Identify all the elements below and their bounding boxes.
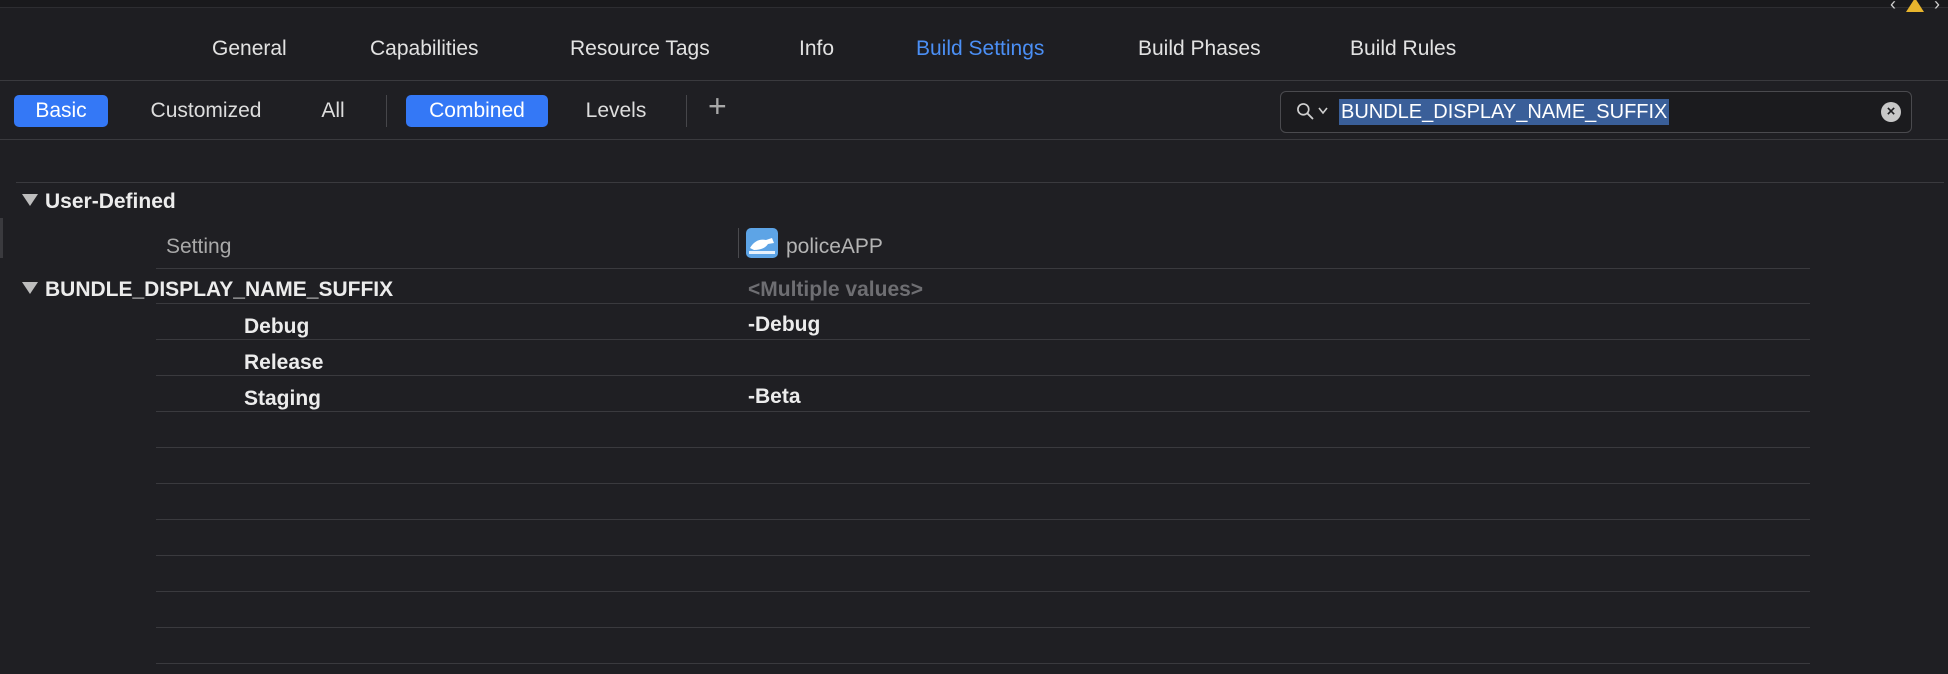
column-separator <box>738 228 739 258</box>
filter-customized-button[interactable]: Customized <box>130 95 282 127</box>
tab-capabilities[interactable]: Capabilities <box>370 37 479 61</box>
divider <box>156 375 1810 376</box>
disclosure-triangle-icon[interactable] <box>22 194 38 207</box>
tab-build-settings[interactable]: Build Settings <box>916 37 1044 61</box>
build-settings-toolbar: Basic Customized All Combined Levels + B… <box>0 81 1948 140</box>
setting-row-bundle-display-name-suffix[interactable]: BUNDLE_DISPLAY_NAME_SUFFIX <box>22 278 393 302</box>
divider <box>156 268 1810 269</box>
view-combined-button[interactable]: Combined <box>406 95 548 127</box>
tab-resource-tags[interactable]: Resource Tags <box>570 37 710 61</box>
settings-table: User-Defined Setting policeAPP BUNDLE_DI… <box>0 140 1948 674</box>
corner-controls: ‹ › <box>1890 0 1940 15</box>
empty-row-divider <box>156 555 1810 556</box>
group-user-defined[interactable]: User-Defined <box>22 190 176 214</box>
config-name-release: Release <box>244 351 324 374</box>
empty-row-divider <box>156 447 1810 448</box>
search-input[interactable]: BUNDLE_DISPLAY_NAME_SUFFIX <box>1339 99 1670 125</box>
clear-search-button[interactable]: × <box>1881 102 1901 122</box>
filter-basic-button[interactable]: Basic <box>14 95 108 127</box>
tab-build-rules[interactable]: Build Rules <box>1350 37 1456 61</box>
group-title: User-Defined <box>45 190 176 213</box>
empty-row-divider <box>156 483 1810 484</box>
tab-general[interactable]: General <box>212 37 287 61</box>
chevron-down-icon[interactable] <box>1318 107 1328 115</box>
chevron-right-icon[interactable]: › <box>1934 0 1940 15</box>
search-field[interactable]: BUNDLE_DISPLAY_NAME_SUFFIX × <box>1280 91 1912 133</box>
divider <box>156 411 1810 412</box>
column-header-setting: Setting <box>166 235 232 258</box>
config-value-staging[interactable]: -Beta <box>748 385 801 409</box>
toolbar-divider <box>386 95 387 127</box>
setting-name: BUNDLE_DISPLAY_NAME_SUFFIX <box>45 278 394 301</box>
app-target-icon <box>746 228 778 258</box>
divider <box>16 182 1944 183</box>
divider <box>156 303 1810 304</box>
target-name: policeAPP <box>786 235 883 258</box>
search-icon[interactable] <box>1295 101 1315 121</box>
config-value-debug[interactable]: -Debug <box>748 313 820 337</box>
tab-build-phases[interactable]: Build Phases <box>1138 37 1261 61</box>
filter-all-button[interactable]: All <box>298 95 368 127</box>
chevron-left-icon[interactable]: ‹ <box>1890 0 1896 15</box>
window-top-strip <box>0 0 1948 8</box>
empty-row-divider <box>156 591 1810 592</box>
empty-row-divider <box>156 663 1810 664</box>
empty-row-divider <box>156 519 1810 520</box>
empty-row-divider <box>156 627 1810 628</box>
left-edge-marker <box>0 218 3 258</box>
disclosure-triangle-icon[interactable] <box>22 282 38 295</box>
view-levels-button[interactable]: Levels <box>568 95 664 127</box>
add-setting-button[interactable]: + <box>708 88 727 125</box>
warning-icon[interactable] <box>1906 0 1924 12</box>
config-name-staging: Staging <box>244 387 321 410</box>
editor-tab-bar: ‹ › General Capabilities Resource Tags I… <box>0 0 1948 81</box>
tab-info[interactable]: Info <box>799 37 834 61</box>
toolbar-divider <box>686 95 687 127</box>
divider <box>156 339 1810 340</box>
combined-value[interactable]: <Multiple values> <box>748 278 923 302</box>
config-name-debug: Debug <box>244 315 310 338</box>
